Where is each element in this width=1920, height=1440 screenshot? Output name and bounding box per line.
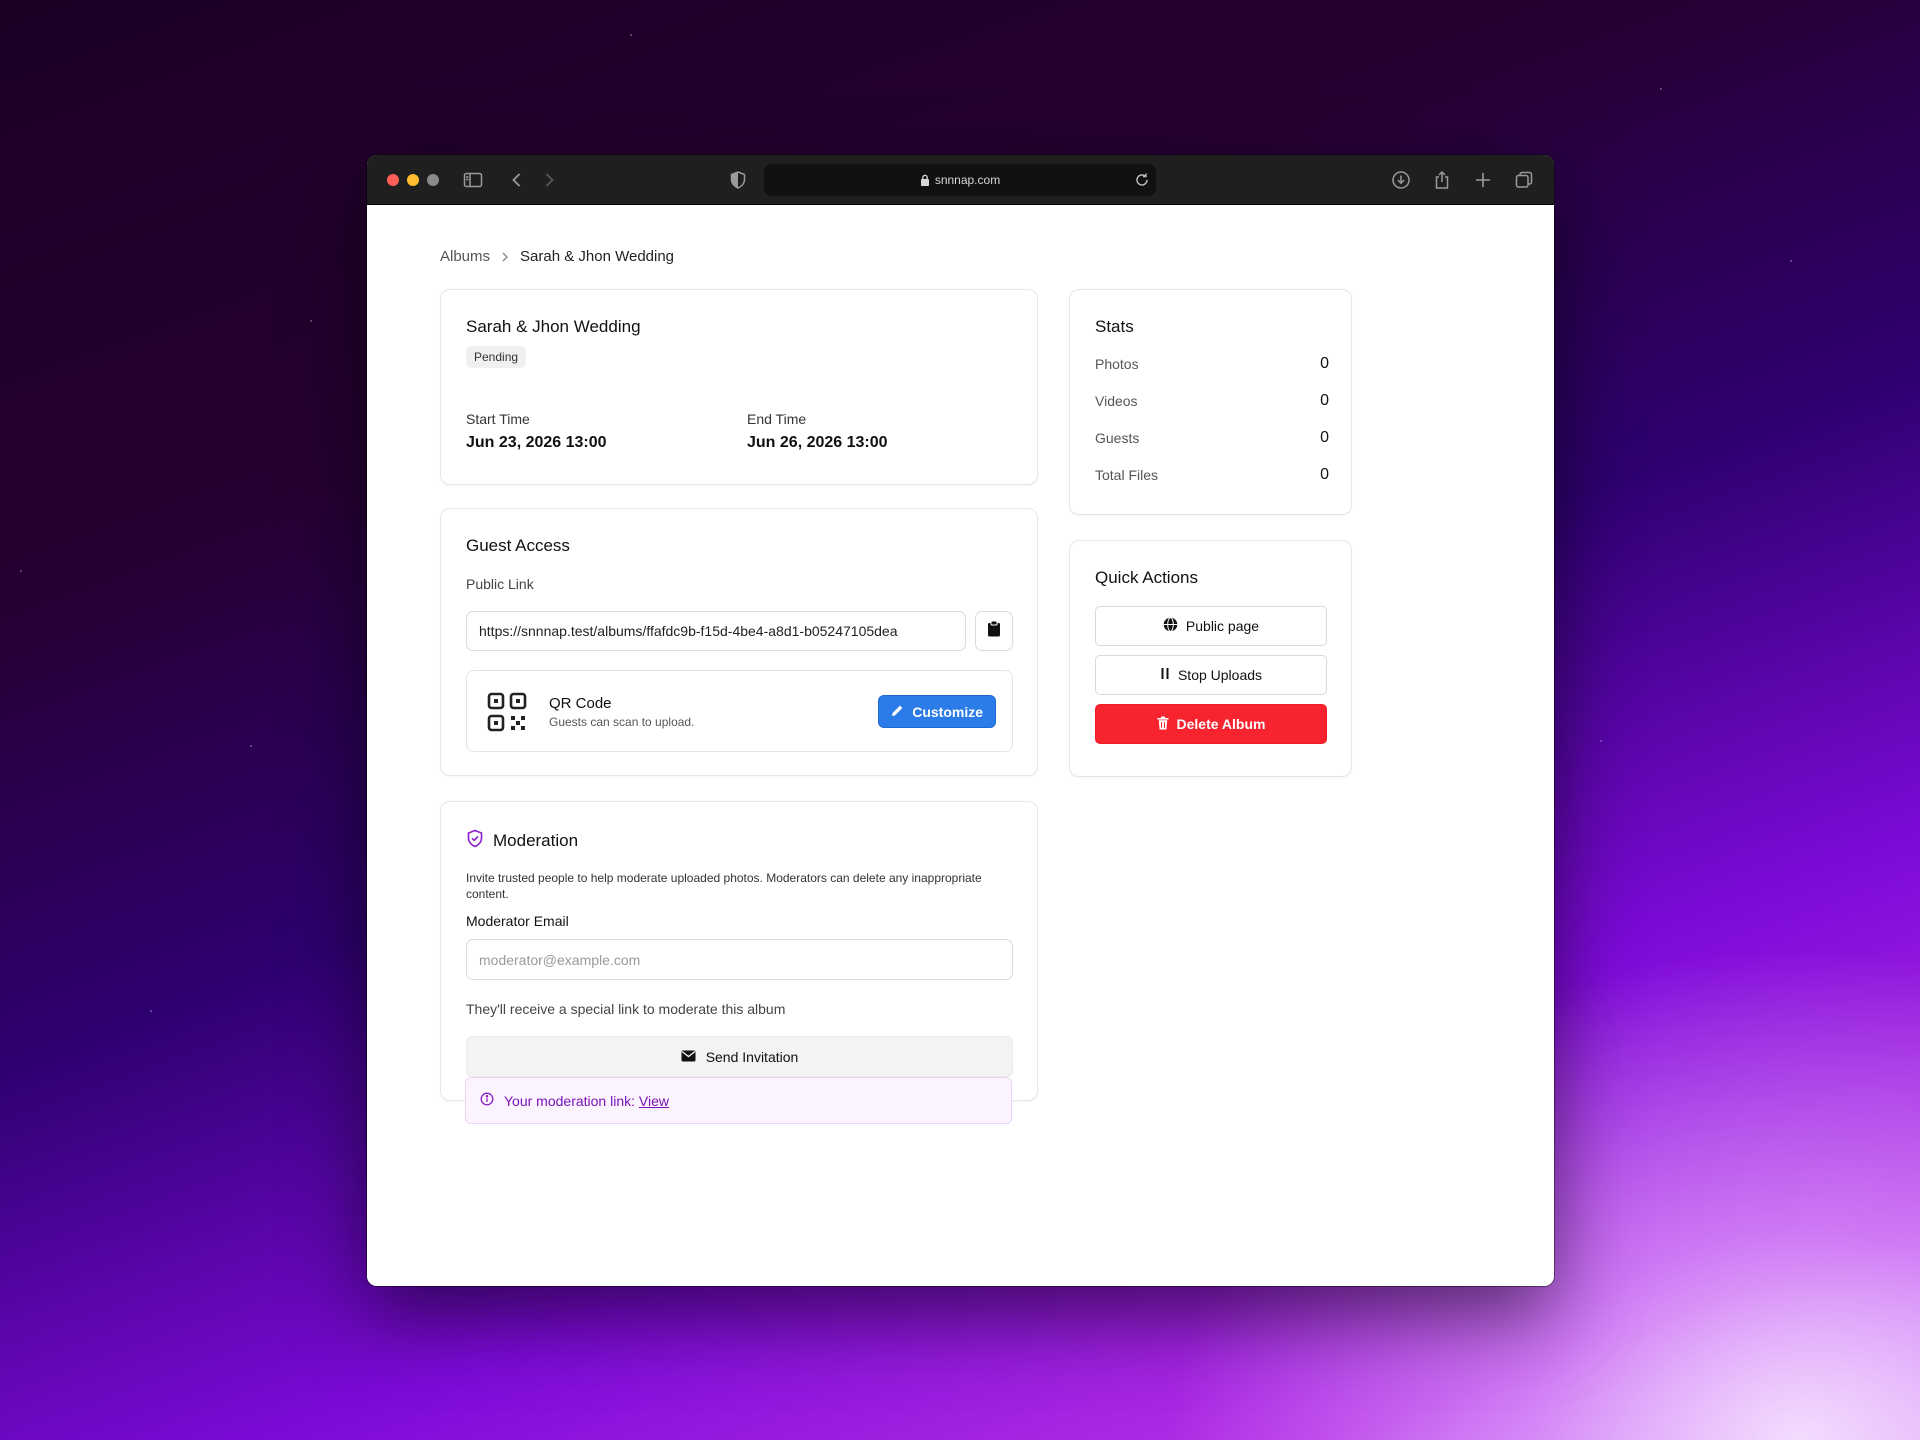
info-icon (480, 1092, 494, 1109)
background-star (1790, 260, 1792, 262)
stat-value: 0 (1320, 392, 1329, 409)
tab-overview-icon[interactable] (1514, 170, 1534, 190)
background-star (1600, 740, 1602, 742)
moderation-header: Moderation (466, 829, 578, 853)
breadcrumb-current: Sarah & Jhon Wedding (520, 248, 675, 265)
page-content: Albums Sarah & Jhon Wedding Sarah & Jhon… (367, 206, 1554, 1286)
new-tab-icon[interactable] (1473, 170, 1493, 190)
background-star (250, 745, 252, 747)
qr-code-icon (487, 692, 527, 732)
chevron-right-icon (500, 251, 510, 263)
stat-row-videos: Videos 0 (1095, 392, 1329, 410)
stat-row-guests: Guests 0 (1095, 429, 1329, 447)
end-time-label: End Time (747, 411, 807, 427)
qr-code-title: QR Code (549, 695, 612, 712)
browser-window: snnnap.com Albums Sarah & Jhon Wedding S… (367, 155, 1554, 1286)
download-icon[interactable] (1391, 170, 1411, 190)
stat-label: Photos (1095, 356, 1139, 372)
clipboard-icon (987, 620, 1001, 642)
album-info-card: Sarah & Jhon Wedding Pending Start Time … (440, 289, 1038, 485)
public-link-input[interactable] (466, 611, 966, 651)
start-time-label: Start Time (466, 411, 530, 427)
public-link-label: Public Link (466, 576, 534, 592)
breadcrumb-albums-link[interactable]: Albums (440, 248, 490, 265)
stat-value: 0 (1320, 429, 1329, 446)
stat-label: Videos (1095, 393, 1138, 409)
breadcrumb: Albums Sarah & Jhon Wedding (440, 248, 674, 265)
shield-check-icon (466, 829, 484, 853)
forward-icon[interactable] (539, 170, 559, 190)
moderation-link-notice: Your moderation link: View (465, 1077, 1012, 1124)
copy-link-button[interactable] (975, 611, 1013, 651)
public-page-label: Public page (1185, 618, 1260, 634)
reload-icon[interactable] (1134, 172, 1150, 188)
pencil-icon (891, 704, 904, 720)
lock-icon (920, 174, 930, 186)
customize-button-label: Customize (912, 703, 983, 720)
stop-uploads-button[interactable]: Stop Uploads (1095, 655, 1327, 695)
stats-card: Stats Photos 0 Videos 0 Guests 0 Total F… (1069, 289, 1352, 515)
stat-value: 0 (1320, 355, 1329, 372)
customize-button[interactable]: Customize (878, 695, 996, 728)
trash-icon (1157, 716, 1169, 733)
address-bar[interactable]: snnnap.com (764, 164, 1156, 196)
album-title: Sarah & Jhon Wedding (466, 317, 641, 336)
delete-album-label: Delete Album (1176, 716, 1266, 732)
start-time-value: Jun 23, 2026 13:00 (466, 434, 607, 451)
moderation-card: Moderation Invite trusted people to help… (440, 801, 1038, 1101)
public-page-button[interactable]: Public page (1095, 606, 1327, 646)
moderator-email-label: Moderator Email (466, 913, 569, 929)
guest-access-title: Guest Access (466, 536, 570, 555)
background-star (310, 320, 312, 322)
address-url: snnnap.com (934, 173, 1001, 187)
background-star (1660, 88, 1662, 90)
stat-row-photos: Photos 0 (1095, 355, 1329, 373)
moderation-link-text: Your moderation link: (504, 1092, 636, 1109)
qr-code-subtitle: Guests can scan to upload. (549, 715, 695, 729)
moderation-view-link[interactable]: View (639, 1093, 669, 1109)
send-invitation-button[interactable]: Send Invitation (466, 1036, 1013, 1077)
background-star (20, 570, 22, 572)
globe-icon (1163, 617, 1178, 635)
stop-uploads-label: Stop Uploads (1177, 667, 1263, 683)
moderator-email-input[interactable] (466, 939, 1013, 980)
browser-toolbar: snnnap.com (367, 155, 1554, 205)
stats-title: Stats (1095, 317, 1134, 336)
close-window-button[interactable] (387, 174, 399, 186)
qr-code-panel: QR Code Guests can scan to upload. Custo… (466, 670, 1013, 752)
quick-actions-title: Quick Actions (1095, 568, 1198, 587)
guest-access-card: Guest Access Public Link https://snnnap.… (440, 508, 1038, 776)
stat-label: Total Files (1095, 467, 1159, 483)
minimize-window-button[interactable] (407, 174, 419, 186)
status-badge: Pending (466, 346, 527, 368)
envelope-icon (681, 1049, 696, 1065)
quick-actions-card: Quick Actions Public page Stop Uploads D… (1069, 540, 1352, 777)
moderation-help-text: They'll receive a special link to modera… (466, 1001, 786, 1017)
sidebar-toggle-icon[interactable] (463, 170, 483, 190)
stat-label: Guests (1095, 430, 1140, 446)
moderation-title: Moderation (493, 831, 579, 850)
send-invitation-label: Send Invitation (705, 1048, 799, 1065)
privacy-shield-icon[interactable] (728, 170, 748, 190)
moderation-description: Invite trusted people to help moderate u… (466, 871, 982, 901)
stat-value: 0 (1320, 466, 1329, 483)
end-time-value: Jun 26, 2026 13:00 (747, 434, 888, 451)
zoom-window-button[interactable] (427, 174, 439, 186)
share-icon[interactable] (1432, 170, 1452, 190)
stat-row-total-files: Total Files 0 (1095, 466, 1329, 484)
delete-album-button[interactable]: Delete Album (1095, 704, 1327, 744)
pause-icon (1160, 667, 1170, 683)
back-icon[interactable] (507, 170, 527, 190)
background-star (150, 1010, 152, 1012)
background-star (630, 34, 632, 36)
